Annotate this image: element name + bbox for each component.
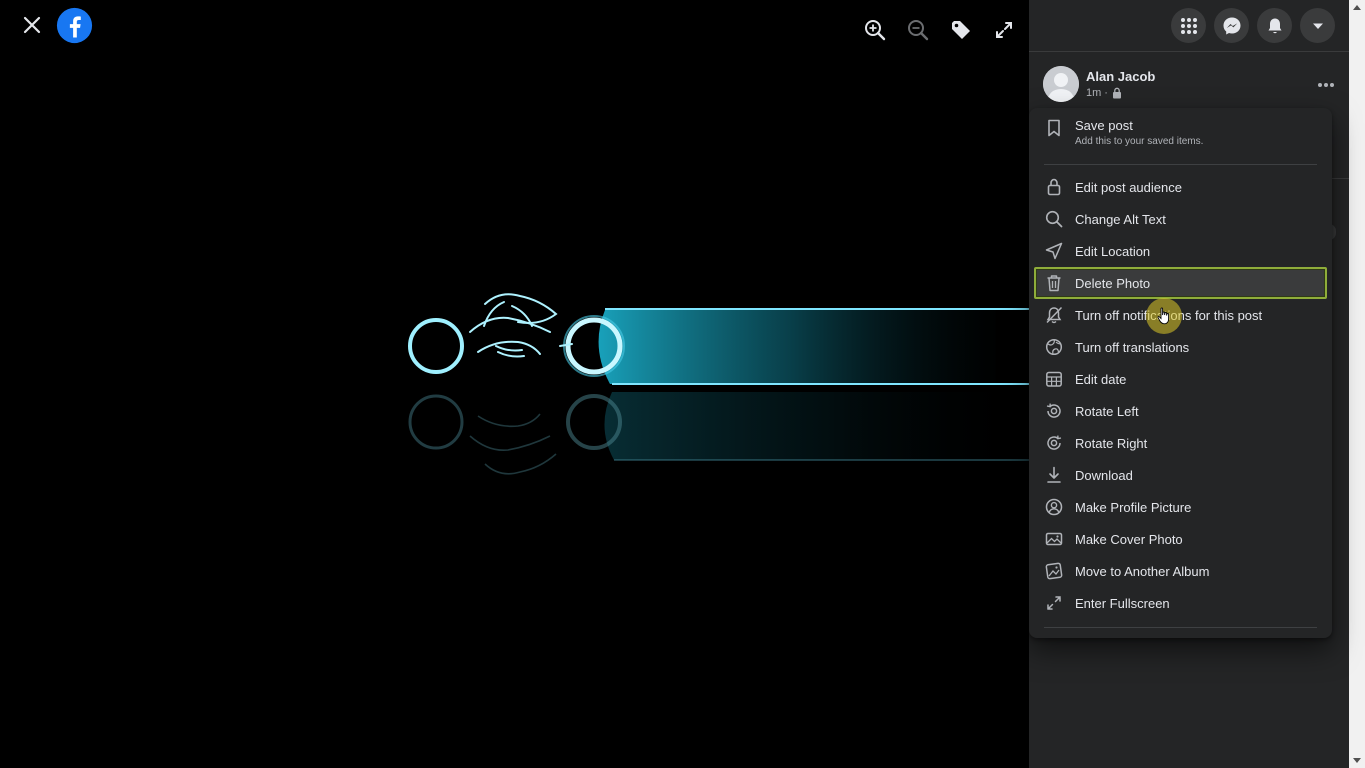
messenger-icon: [1223, 17, 1240, 34]
menu-item-label: Save post: [1075, 118, 1133, 133]
menu-item-label: Turn off translations: [1075, 339, 1190, 355]
search-icon: [1044, 209, 1064, 229]
cover-photo-icon: [1044, 529, 1064, 549]
menu-item-description: Add this to your saved items.: [1075, 136, 1204, 147]
calendar-icon: [1044, 369, 1064, 389]
menu-item-turn-off-notifications[interactable]: Turn off notifications for this post: [1034, 299, 1327, 331]
menu-item-label: Change Alt Text: [1075, 211, 1166, 227]
photo-viewer: [0, 0, 1029, 768]
menu-item-label: Rotate Left: [1075, 403, 1139, 419]
menu-item-label: Make Cover Photo: [1075, 531, 1183, 547]
menu-item-label: Download: [1075, 467, 1133, 483]
bell-off-icon: [1044, 305, 1064, 325]
arrow-up-icon: [1353, 5, 1361, 10]
scroll-up-arrow[interactable]: [1349, 0, 1365, 14]
trash-icon: [1044, 273, 1064, 293]
menu-item-label: Enter Fullscreen: [1075, 595, 1170, 611]
page-scrollbar[interactable]: [1349, 0, 1365, 768]
account-caret-icon: [1312, 23, 1323, 29]
post-header: Alan Jacob 1m ·: [1043, 66, 1343, 106]
menu-item-label: Edit Location: [1075, 243, 1151, 259]
rotate-left-icon: [1044, 401, 1064, 421]
arrow-down-icon: [1353, 758, 1361, 763]
photo-light-cycle: [408, 293, 1029, 475]
menu-button[interactable]: [1171, 8, 1206, 43]
lock-icon: [1044, 177, 1064, 197]
menu-item-label: Turn off notifications for this post: [1075, 307, 1263, 323]
close-icon: [23, 16, 41, 34]
zoom-out-button[interactable]: [899, 14, 936, 46]
top-navigation-bar: [1029, 0, 1349, 52]
post-options-menu: Save post Add this to your saved items. …: [1029, 108, 1332, 638]
menu-item-edit-post-audience[interactable]: Edit post audience: [1034, 171, 1327, 203]
rotate-right-icon: [1044, 433, 1064, 453]
location-arrow-icon: [1044, 241, 1064, 261]
menu-item-make-profile-picture[interactable]: Make Profile Picture: [1034, 491, 1327, 523]
menu-divider: [1044, 627, 1317, 628]
menu-item-label: Edit post audience: [1075, 179, 1182, 195]
tag-photo-button[interactable]: [942, 14, 979, 46]
menu-item-save-post[interactable]: Save post Add this to your saved items.: [1034, 114, 1327, 160]
more-horizontal-icon: [1318, 83, 1334, 87]
album-icon: [1044, 561, 1064, 581]
zoom-out-icon: [907, 20, 928, 41]
post-more-options-button[interactable]: [1311, 70, 1341, 100]
panel-divider: [1329, 178, 1349, 179]
fullscreen-button[interactable]: [985, 14, 1022, 46]
menu-item-label: Edit date: [1075, 371, 1127, 387]
menu-item-turn-off-translations[interactable]: Turn off translations: [1034, 331, 1327, 363]
zoom-in-icon: [864, 20, 885, 41]
menu-item-edit-date[interactable]: Edit date: [1034, 363, 1327, 395]
download-icon: [1044, 465, 1064, 485]
bookmark-icon: [1044, 118, 1064, 138]
enter-fullscreen-icon: [1044, 593, 1064, 613]
viewer-toolbar: [856, 14, 1022, 46]
menu-item-make-cover-photo[interactable]: Make Cover Photo: [1034, 523, 1327, 555]
avatar[interactable]: [1043, 66, 1079, 102]
menu-item-label: Rotate Right: [1075, 435, 1148, 451]
account-button[interactable]: [1300, 8, 1335, 43]
menu-item-download[interactable]: Download: [1034, 459, 1327, 491]
notifications-bell-icon: [1268, 18, 1281, 33]
menu-grid-icon: [1180, 17, 1197, 34]
zoom-in-button[interactable]: [856, 14, 893, 46]
menu-item-rotate-right[interactable]: Rotate Right: [1034, 427, 1327, 459]
menu-item-edit-location[interactable]: Edit Location: [1034, 235, 1327, 267]
globe-icon: [1044, 337, 1064, 357]
messenger-button[interactable]: [1214, 8, 1249, 43]
facebook-logo-icon[interactable]: [56, 7, 93, 44]
menu-item-delete-photo[interactable]: Delete Photo: [1034, 267, 1327, 299]
post-meta: 1m ·: [1086, 87, 1123, 99]
post-timestamp[interactable]: 1m: [1086, 87, 1101, 99]
menu-item-rotate-left[interactable]: Rotate Left: [1034, 395, 1327, 427]
tag-icon: [951, 21, 970, 39]
profile-picture-icon: [1044, 497, 1064, 517]
default-avatar-icon: [1043, 66, 1079, 102]
menu-item-label: Make Profile Picture: [1075, 499, 1192, 515]
menu-item-label: Delete Photo: [1075, 275, 1151, 291]
menu-item-enter-fullscreen[interactable]: Enter Fullscreen: [1034, 587, 1327, 619]
lock-icon[interactable]: [1111, 87, 1123, 99]
close-button[interactable]: [16, 9, 48, 41]
notifications-button[interactable]: [1257, 8, 1292, 43]
post-author-name[interactable]: Alan Jacob: [1086, 69, 1155, 84]
expand-icon: [995, 22, 1012, 38]
menu-item-change-alt-text[interactable]: Change Alt Text: [1034, 203, 1327, 235]
scroll-down-arrow[interactable]: [1349, 754, 1365, 768]
menu-item-move-to-another-album[interactable]: Move to Another Album: [1034, 555, 1327, 587]
menu-divider: [1044, 164, 1317, 165]
menu-item-label: Move to Another Album: [1075, 563, 1210, 579]
